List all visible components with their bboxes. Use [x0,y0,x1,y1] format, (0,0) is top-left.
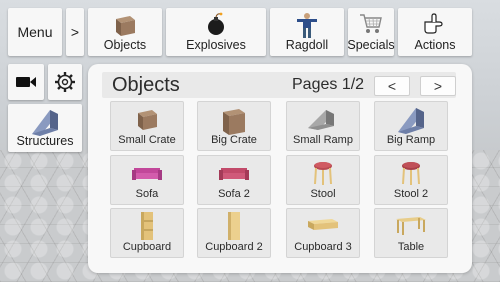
item-cupboard-2[interactable]: Cupboard 2 [197,208,271,258]
ragdoll-icon [297,13,317,38]
category-specials-button[interactable]: Specials [347,8,395,56]
item-label: Big Ramp [386,134,436,146]
small-crate-icon [138,110,157,130]
item-small-crate[interactable]: Small Crate [110,101,184,151]
cupboard-icon [228,212,240,240]
stool-icon [402,162,420,185]
next-page-label: > [433,78,443,94]
cupboard-icon [141,212,153,240]
item-sofa-2[interactable]: Sofa 2 [197,155,271,205]
item-label: Small Ramp [293,134,353,146]
item-label: Cupboard 3 [294,241,352,253]
pointing-hand-icon [424,13,443,34]
big-ramp-icon [398,108,424,134]
structures-button[interactable]: Structures [8,104,82,152]
gear-icon [55,72,75,92]
category-actions-label: Actions [414,38,456,52]
category-specials-label: Specials [347,38,395,52]
stool-icon [314,162,332,185]
sofa-icon [219,168,249,180]
category-explosives-label: Explosives [186,38,246,52]
item-stool[interactable]: Stool [286,155,360,205]
table-icon [396,217,426,235]
item-label: Stool 2 [393,188,429,200]
objects-panel: Objects Pages 1/2 < > Small Crate Big Cr… [88,64,472,273]
item-sofa[interactable]: Sofa [110,155,184,205]
camera-icon [16,77,36,87]
bomb-icon [208,12,224,35]
category-ragdoll-button[interactable]: Ragdoll [270,8,344,56]
next-page-button[interactable]: > [420,76,456,96]
page-indicator: Pages 1/2 [292,76,365,93]
item-stool-2[interactable]: Stool 2 [374,155,448,205]
category-explosives-button[interactable]: Explosives [166,8,266,56]
item-label: Cupboard [122,241,172,253]
item-cupboard[interactable]: Cupboard [110,208,184,258]
previous-page-button[interactable]: < [374,76,410,96]
panel-title: Objects [112,74,180,96]
expand-label: > [70,24,80,40]
item-big-ramp[interactable]: Big Ramp [374,101,448,151]
category-objects-label: Objects [103,38,147,52]
item-label: Cupboard 2 [205,241,263,253]
category-ragdoll-label: Ragdoll [285,38,329,52]
low-cupboard-icon [308,219,338,230]
category-actions-button[interactable]: Actions [398,8,472,56]
item-label: Sofa 2 [218,188,250,200]
item-label: Stool [310,188,336,200]
expand-button[interactable]: > [66,8,84,56]
item-table[interactable]: Table [374,208,448,258]
menu-button[interactable]: Menu [8,8,62,56]
item-label: Table [397,241,425,253]
category-objects-button[interactable]: Objects [88,8,162,56]
item-label: Small Crate [118,134,176,146]
ramp-icon [32,110,58,136]
item-small-ramp[interactable]: Small Ramp [286,101,360,151]
camera-button[interactable] [8,64,44,100]
big-crate-icon [223,109,245,135]
shopping-cart-icon [360,14,382,33]
sofa-icon [132,168,162,180]
menu-label: Menu [17,24,53,40]
panel-header: Objects Pages 1/2 < > [102,72,456,98]
settings-button[interactable] [48,64,82,100]
item-cupboard-3[interactable]: Cupboard 3 [286,208,360,258]
item-big-crate[interactable]: Big Crate [197,101,271,151]
crate-icon [116,16,135,36]
small-ramp-icon [308,110,334,130]
previous-page-label: < [387,78,397,94]
item-label: Sofa [135,188,159,200]
structures-label: Structures [16,134,74,148]
